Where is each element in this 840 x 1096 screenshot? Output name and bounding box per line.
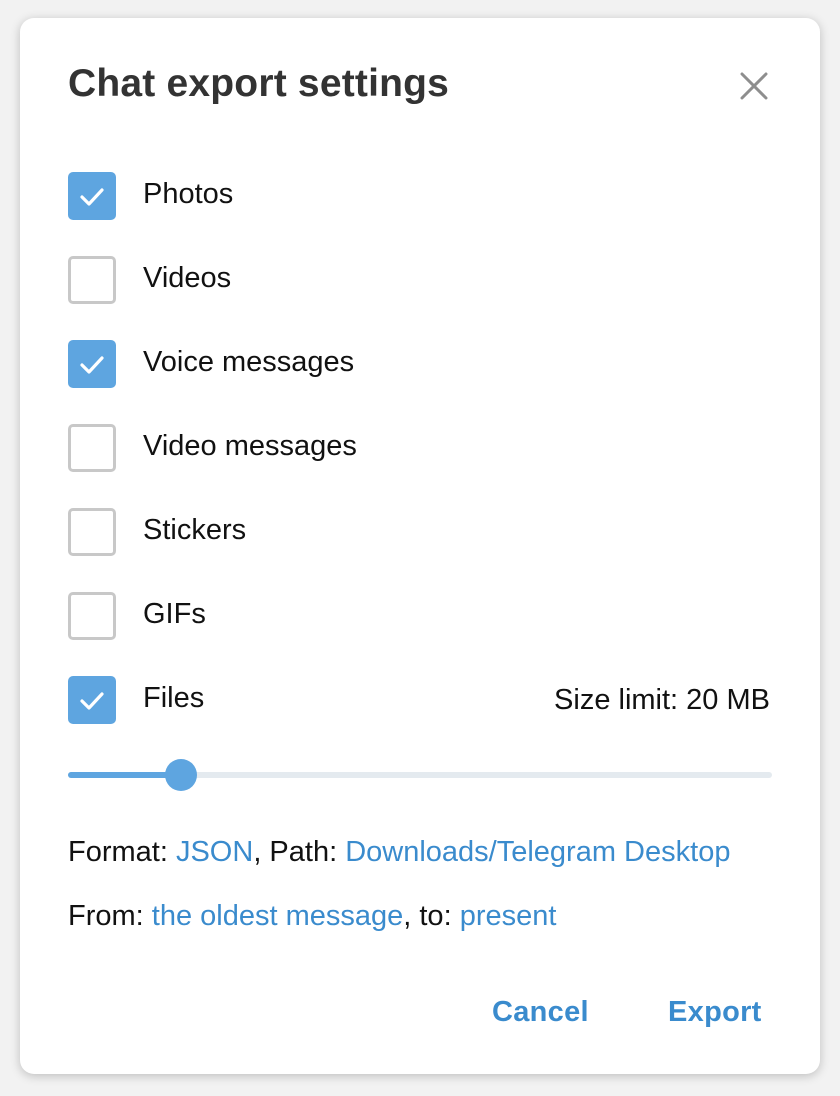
size-limit-label: Size limit: 20 MB xyxy=(554,684,770,716)
slider-thumb[interactable] xyxy=(164,759,197,791)
option-label: Photos xyxy=(143,178,234,210)
slider-fill xyxy=(68,772,181,778)
option-label: Video messages xyxy=(143,430,357,462)
files-checkbox[interactable] xyxy=(68,676,116,724)
checkmark-icon xyxy=(80,356,104,374)
close-button[interactable] xyxy=(734,66,774,106)
export-button[interactable]: Export xyxy=(668,996,762,1029)
option-label: Stickers xyxy=(143,514,247,546)
from-date-link[interactable]: the oldest message xyxy=(152,900,403,932)
to-prefix: , to: xyxy=(403,900,460,932)
option-voice-messages[interactable]: Voice messages xyxy=(68,340,788,388)
option-label: Voice messages xyxy=(143,346,355,378)
option-label: GIFs xyxy=(143,598,206,630)
format-path-line: Format: JSON, Path: Downloads/Telegram D… xyxy=(68,836,730,869)
option-files[interactable]: Files xyxy=(68,676,468,724)
checkmark-icon xyxy=(80,692,104,710)
voice-messages-checkbox[interactable] xyxy=(68,340,116,388)
video-messages-checkbox[interactable] xyxy=(68,424,116,472)
stickers-checkbox[interactable] xyxy=(68,508,116,556)
format-prefix: Format: xyxy=(68,836,176,868)
dialog-title: Chat export settings xyxy=(68,62,450,105)
format-link[interactable]: JSON xyxy=(176,836,253,868)
to-date-link[interactable]: present xyxy=(460,900,557,932)
photos-checkbox[interactable] xyxy=(68,172,116,220)
option-gifs[interactable]: GIFs xyxy=(68,592,788,640)
option-photos[interactable]: Photos xyxy=(68,172,788,220)
option-stickers[interactable]: Stickers xyxy=(68,508,788,556)
path-prefix: , Path: xyxy=(253,836,346,868)
option-label: Videos xyxy=(143,262,232,294)
option-videos[interactable]: Videos xyxy=(68,256,788,304)
checkmark-icon xyxy=(80,188,104,206)
date-range-line: From: the oldest message, to: present xyxy=(68,900,556,933)
cancel-button[interactable]: Cancel xyxy=(492,996,589,1029)
size-limit-slider[interactable] xyxy=(68,758,772,792)
export-settings-dialog: Chat export settings Photos Videos Voice… xyxy=(20,18,820,1074)
videos-checkbox[interactable] xyxy=(68,256,116,304)
option-video-messages[interactable]: Video messages xyxy=(68,424,788,472)
path-link[interactable]: Downloads/Telegram Desktop xyxy=(345,836,730,868)
option-label: Files xyxy=(143,682,205,714)
close-icon xyxy=(740,72,768,100)
from-prefix: From: xyxy=(68,900,152,932)
gifs-checkbox[interactable] xyxy=(68,592,116,640)
